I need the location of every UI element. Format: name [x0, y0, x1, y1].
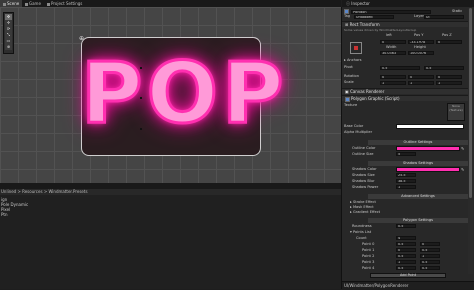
- pos-x-field[interactable]: 0: [380, 40, 406, 44]
- gear-icon: [47, 2, 50, 6]
- shadow-settings-header: Shadow Settings: [368, 161, 468, 166]
- advanced-settings-header: Advanced Settings: [368, 194, 468, 199]
- list-item[interactable]: Ptn: [1, 212, 8, 217]
- selection-handle[interactable]: [140, 97, 142, 99]
- shadow-size-field[interactable]: 25.5: [396, 173, 416, 177]
- canvas-renderer-header[interactable]: ▣ Canvas Renderer: [342, 88, 472, 94]
- gradient-effect-foldout[interactable]: ▸ Gradient Effect: [350, 210, 474, 215]
- transform-tool-icon[interactable]: ⊕: [5, 44, 12, 50]
- scene-icon: [3, 2, 6, 6]
- tag-dropdown[interactable]: Untagged: [354, 15, 394, 19]
- outline-size-field[interactable]: 5: [396, 152, 416, 156]
- rotation-y-field[interactable]: 0: [408, 75, 434, 79]
- rotation-z-field[interactable]: 0: [436, 75, 462, 79]
- texture-slot[interactable]: None (Texture): [447, 103, 465, 121]
- height-field[interactable]: 100.0076: [408, 51, 434, 55]
- roundness-field[interactable]: 0.5: [396, 224, 416, 228]
- pos-z-field[interactable]: 0: [436, 40, 462, 44]
- point-x-field[interactable]: 0.5: [396, 254, 416, 258]
- pivot-y-field[interactable]: 0.5: [424, 66, 464, 70]
- point-y-field[interactable]: 0.5: [420, 260, 440, 264]
- point-y-field[interactable]: 0: [420, 242, 440, 246]
- pivot-row: Pivot 0.5 0.5: [344, 65, 470, 70]
- shadow-color-swatch[interactable]: [396, 167, 460, 172]
- neon-pop-text[interactable]: POP: [80, 43, 286, 144]
- pivot-x-field[interactable]: 0.5: [380, 66, 420, 70]
- tab-game[interactable]: Game: [22, 0, 44, 7]
- polygon-graphic-header[interactable]: Polygon Graphic (Script): [342, 95, 472, 102]
- eyedropper-icon[interactable]: ✎: [461, 167, 464, 172]
- point-x-field[interactable]: 0: [396, 248, 416, 252]
- points-list-foldout[interactable]: ▾ Points List: [350, 230, 474, 235]
- selection-handle[interactable]: [140, 67, 142, 69]
- outline-settings-header: Outline Settings: [368, 140, 468, 145]
- point-y-field[interactable]: 0.5: [420, 266, 440, 270]
- base-color-swatch[interactable]: [396, 124, 464, 129]
- outline-color-swatch[interactable]: [396, 146, 460, 151]
- selection-handle[interactable]: [140, 128, 142, 130]
- component-enabled-checkbox[interactable]: [345, 96, 350, 102]
- project-asset-list: ign Pole Dynamic Pixel Ptn: [0, 195, 341, 289]
- inspector-header: ⓘ Inspector: [342, 0, 474, 7]
- polygon-settings-header: Polygon Settings: [368, 218, 468, 223]
- position-labels: left Pos Y Pos Z: [386, 33, 452, 37]
- point-row: Point 0: [362, 242, 375, 246]
- scale-y-field[interactable]: 1: [408, 81, 434, 85]
- scale-x-field[interactable]: 1: [380, 81, 406, 85]
- point-row: Point 2: [362, 254, 375, 258]
- rotation-row: Rotation 0 0 0: [344, 74, 470, 79]
- point-y-field[interactable]: 1: [420, 254, 440, 258]
- layer-dropdown[interactable]: UI: [424, 15, 464, 19]
- rect-transform-header[interactable]: ⊞ Rect Transform: [342, 21, 472, 27]
- pivot-icon: ⊕: [79, 35, 85, 42]
- tab-scene[interactable]: Scene: [0, 0, 23, 7]
- point-x-field[interactable]: 1: [396, 260, 416, 264]
- anchors-foldout[interactable]: ▸ Anchors: [344, 58, 470, 63]
- point-row: Point 1: [362, 248, 375, 252]
- point-x-field[interactable]: 0.5: [396, 266, 416, 270]
- tag-layer-row: Tag Untagged Layer UI: [344, 14, 470, 19]
- point-y-field[interactable]: 0.5: [420, 248, 440, 252]
- count-field[interactable]: 4: [396, 236, 416, 240]
- pos-y-field[interactable]: -33.1978: [408, 40, 434, 44]
- add-point-button[interactable]: Add Point: [370, 273, 446, 278]
- point-row: Point 4: [362, 266, 375, 270]
- width-field[interactable]: 30.0363: [380, 51, 406, 55]
- game-icon: [25, 2, 28, 6]
- scene-toolbox: ✥ ✢ ⟳ ⤡ ▭ ⊕: [3, 12, 14, 54]
- shadow-power-field[interactable]: 1: [396, 185, 416, 189]
- shadow-blur-field[interactable]: 38.5: [396, 179, 416, 183]
- inspector-footer: UI/Windmatter/PolygonRenderer: [342, 281, 474, 289]
- alpha-row: Alpha Multiplier: [344, 130, 373, 134]
- point-x-field[interactable]: 0.5: [396, 242, 416, 246]
- size-labels: Width Height: [386, 45, 426, 49]
- eyedropper-icon[interactable]: ✎: [461, 146, 464, 151]
- rotation-x-field[interactable]: 0: [380, 75, 406, 79]
- scale-z-field[interactable]: 1: [436, 81, 462, 85]
- scale-row: Scale 1 1 1: [344, 80, 470, 85]
- object-name-field[interactable]: Polygon: [351, 9, 432, 14]
- point-row: Point 3: [362, 260, 375, 264]
- inspector-scroll-thumb[interactable]: [469, 8, 472, 198]
- tab-project-settings[interactable]: Project Settings: [44, 0, 85, 7]
